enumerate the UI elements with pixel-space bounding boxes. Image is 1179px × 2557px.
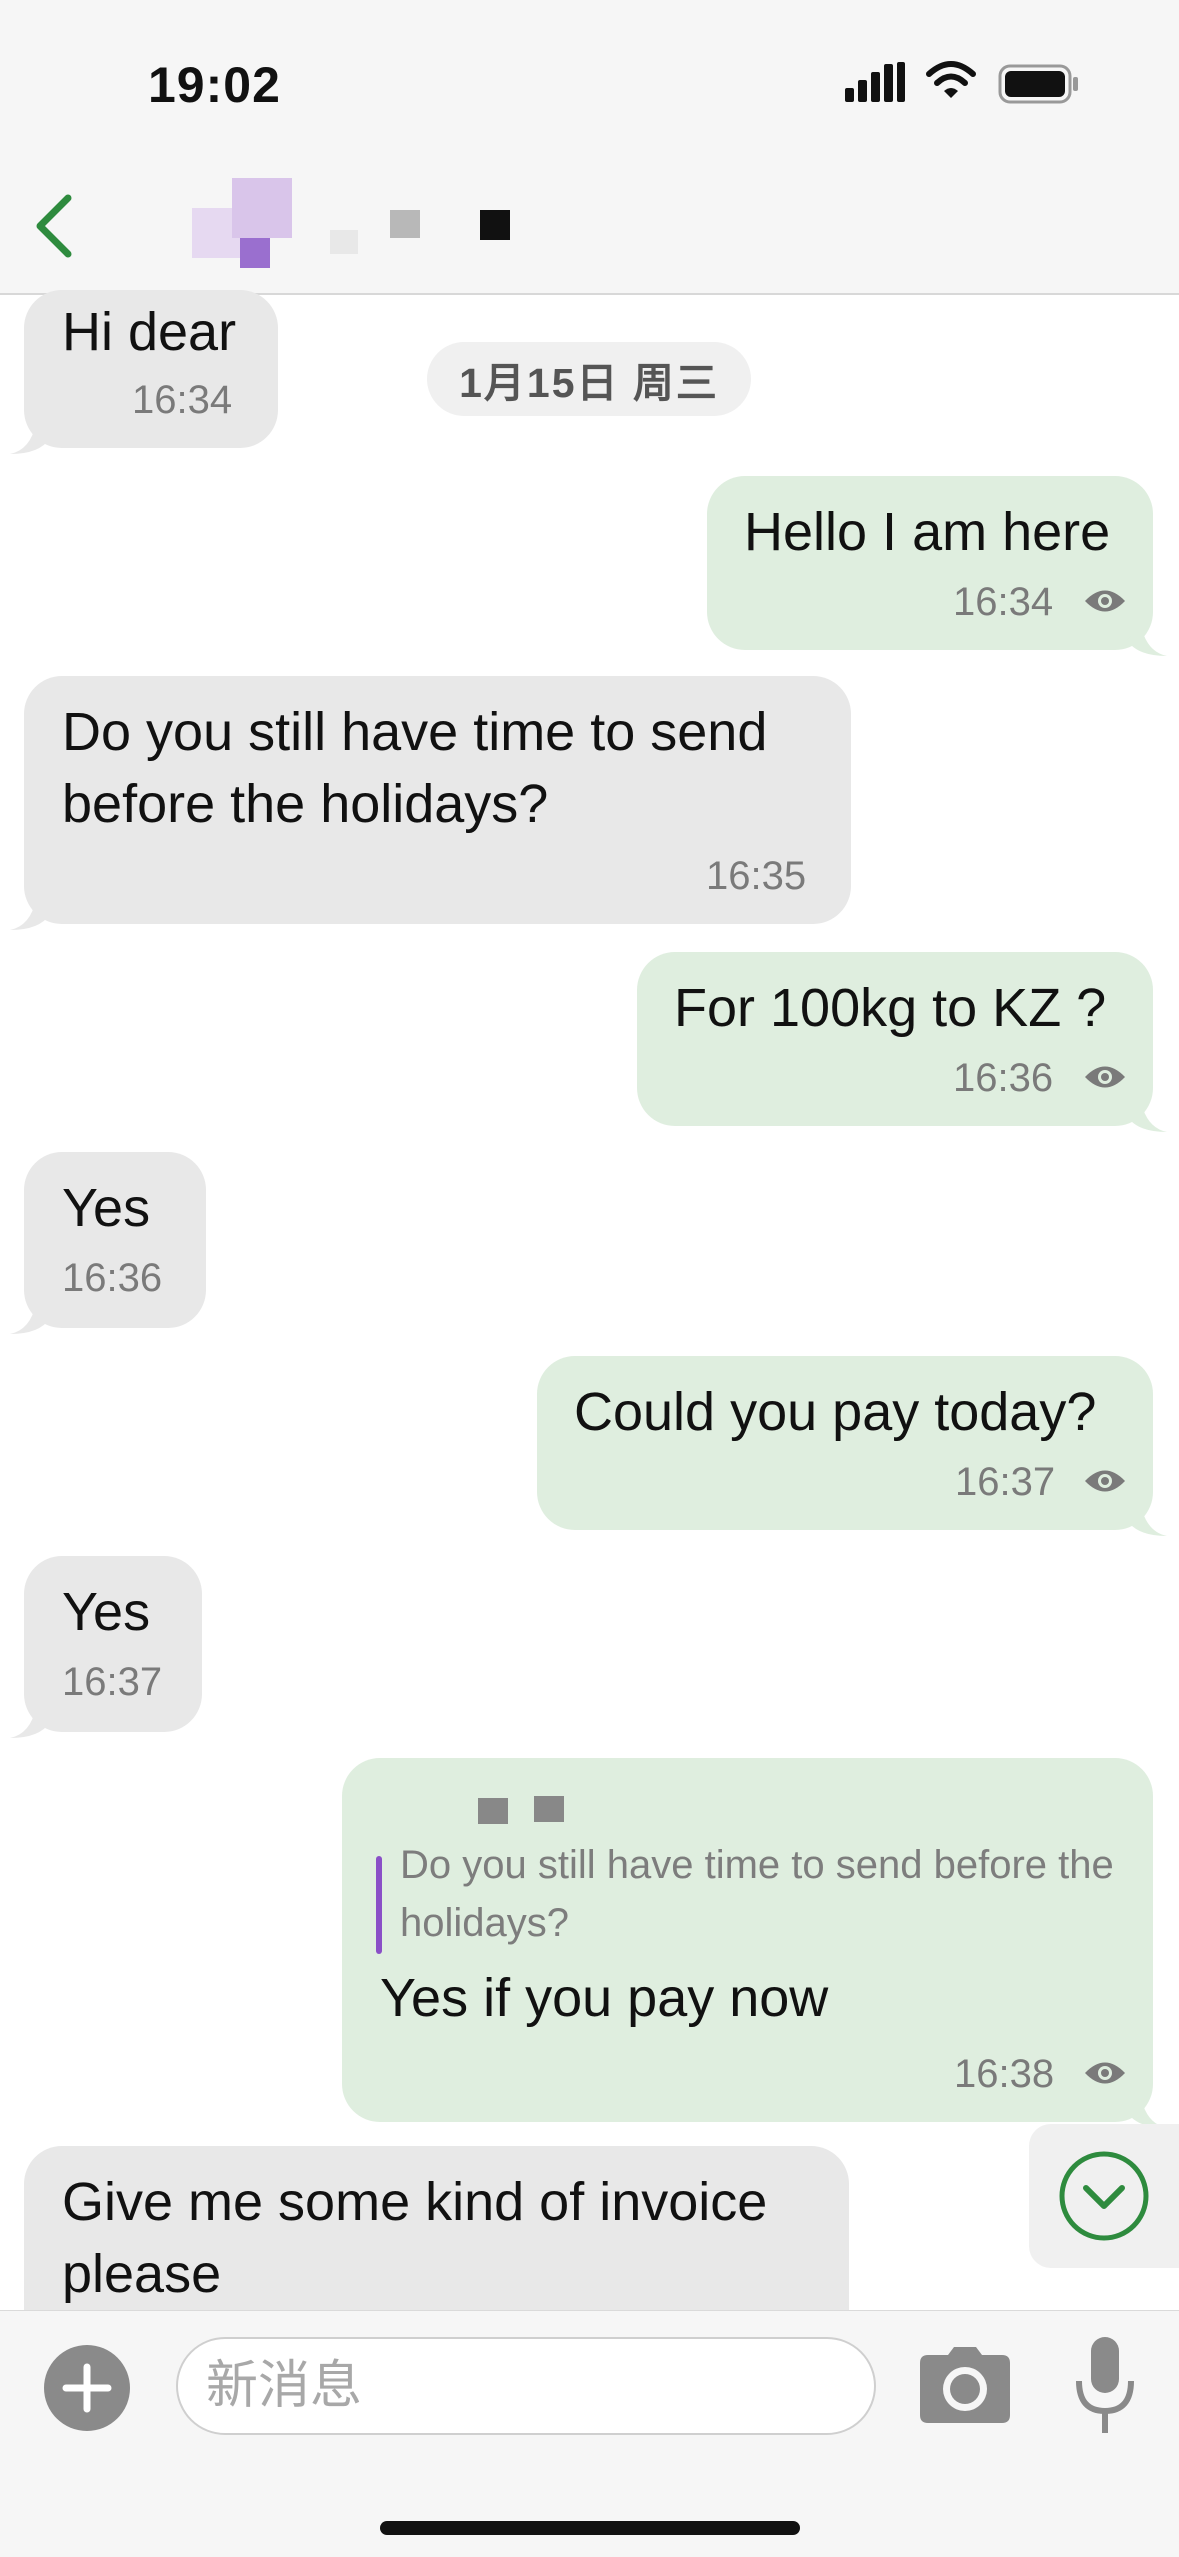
read-receipt-eye-icon	[1085, 590, 1125, 612]
cellular-signal-icon	[845, 62, 905, 102]
compose-bar	[0, 2310, 1179, 2557]
message-text: Yes	[62, 1582, 151, 1642]
message-time: 16:35	[706, 854, 807, 898]
contact-avatar[interactable]	[192, 178, 302, 278]
message-text: Hi dear	[62, 302, 237, 362]
message-time: 16:34	[953, 580, 1054, 624]
message-input[interactable]	[176, 2337, 876, 2435]
bubble-tail-icon	[10, 1708, 50, 1738]
reply-sender-redacted	[478, 1796, 598, 1828]
message-text: Yes	[62, 1178, 151, 1238]
message-time: 16:38	[954, 2052, 1055, 2096]
wifi-icon	[926, 61, 976, 98]
message-outgoing[interactable]: Hello I am here 16:34	[707, 476, 1167, 656]
message-time: 16:36	[62, 1256, 163, 1300]
message-outgoing-reply[interactable]: Do you still have time to send before th…	[342, 1758, 1167, 2128]
date-divider: 1月15日 周三	[427, 342, 751, 416]
status-time: 19:02	[148, 57, 281, 113]
message-time: 16:36	[953, 1056, 1054, 1100]
home-indicator	[380, 2521, 800, 2535]
read-receipt-eye-icon	[1085, 1066, 1125, 1088]
scroll-to-bottom-button[interactable]	[1029, 2124, 1179, 2268]
reply-quote-text[interactable]: Do you still have time to send before th…	[400, 1836, 1160, 1952]
message-outgoing[interactable]: For 100kg to KZ ? 16:36	[637, 952, 1167, 1132]
bubble-tail-icon	[10, 900, 50, 930]
plus-icon	[62, 2363, 112, 2413]
contact-name-redacted[interactable]	[330, 200, 540, 260]
message-text: Could you pay today?	[574, 1382, 1097, 1442]
message-outgoing[interactable]: Could you pay today? 16:37	[537, 1356, 1167, 1536]
chat-header	[0, 160, 1179, 295]
bubble-tail-icon	[1127, 1102, 1167, 1132]
bubble-tail-icon	[10, 424, 50, 454]
message-text: Yes if you pay now	[380, 1968, 829, 2028]
message-time: 16:37	[62, 1660, 163, 1704]
message-incoming[interactable]: Yes 16:37	[10, 1556, 202, 1738]
microphone-icon[interactable]	[1075, 2337, 1135, 2437]
message-text: Give me some kind of invoice please	[62, 2172, 768, 2304]
bubble-tail-icon	[1127, 626, 1167, 656]
read-receipt-eye-icon	[1085, 2062, 1125, 2084]
status-bar: 19:02	[0, 0, 1179, 160]
chevron-down-circle-icon	[1059, 2151, 1149, 2241]
message-text: Hello I am here	[744, 502, 1111, 562]
message-time: 16:37	[955, 1460, 1056, 1504]
message-text: For 100kg to KZ ?	[674, 978, 1107, 1038]
back-chevron-icon[interactable]	[22, 186, 92, 266]
message-incoming[interactable]: Yes 16:36	[10, 1152, 206, 1334]
bubble-tail-icon	[10, 1304, 50, 1334]
camera-icon[interactable]	[920, 2347, 1010, 2423]
bubble-tail-icon	[1127, 1506, 1167, 1536]
battery-icon	[998, 64, 1078, 104]
message-incoming[interactable]: Hi dear 16:34	[10, 290, 278, 454]
message-time: 16:34	[132, 378, 233, 422]
read-receipt-eye-icon	[1085, 1470, 1125, 1492]
attach-plus-button[interactable]	[44, 2345, 130, 2431]
message-incoming[interactable]: Do you still have time to send before th…	[10, 676, 851, 930]
reply-quote-bar	[376, 1856, 382, 1954]
message-text: Do you still have time to send before th…	[62, 702, 768, 834]
